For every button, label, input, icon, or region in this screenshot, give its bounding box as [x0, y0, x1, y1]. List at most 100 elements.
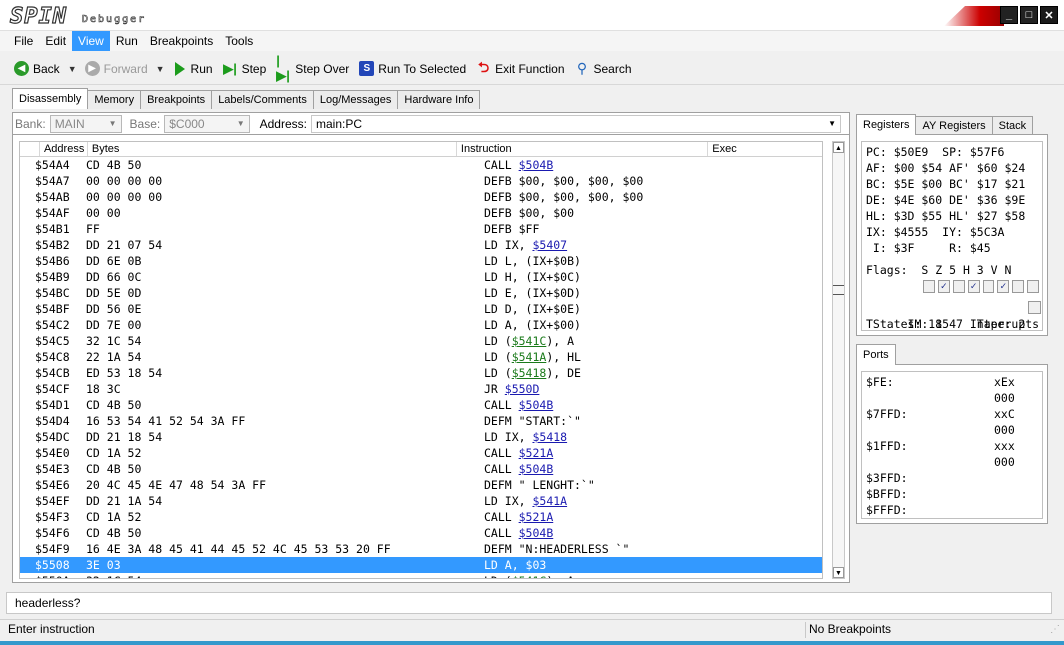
title-decoration	[944, 6, 1004, 26]
table-row[interactable]: $54C8 22 1A 54 LD ($541A), HL	[20, 349, 822, 365]
tab-breakpoints[interactable]: Breakpoints	[140, 90, 213, 109]
search-button[interactable]: ⚲ Search	[575, 60, 632, 76]
back-dropdown-icon[interactable]: ▼	[68, 64, 77, 74]
table-row[interactable]: $54CB ED 53 18 54 LD ($5418), DE	[20, 365, 822, 381]
instruction-operand: ), A	[546, 334, 575, 348]
table-row[interactable]: $54A7 00 00 00 00 DEFB $00, $00, $00, $00	[20, 173, 822, 189]
maximize-icon[interactable]: □	[1020, 6, 1038, 24]
menu-breakpoints[interactable]: Breakpoints	[144, 31, 219, 51]
table-row[interactable]: $54E0 CD 1A 52 CALL $521A	[20, 445, 822, 461]
scroll-thumb[interactable]	[833, 285, 844, 295]
back-button[interactable]: ◀ Back	[14, 61, 60, 76]
menu-run[interactable]: Run	[110, 31, 144, 51]
table-row[interactable]: $54E6 20 4C 45 4E 47 48 54 3A FF DEFM " LE…	[20, 477, 822, 493]
tab-stack[interactable]: Stack	[991, 116, 1034, 135]
col-bytes[interactable]: Bytes	[88, 142, 457, 156]
scroll-up-icon[interactable]: ▲	[833, 142, 844, 153]
step-button[interactable]: ▶| Step	[223, 61, 266, 76]
flag-checkbox[interactable]: ✓	[967, 279, 980, 293]
table-row[interactable]: $54D1 CD 4B 50 CALL $504B	[20, 397, 822, 413]
tab-ports[interactable]: Ports	[856, 344, 896, 365]
run-to-selected-label: Run To Selected	[378, 61, 467, 76]
flag-checkbox[interactable]	[1027, 279, 1039, 293]
table-row[interactable]: $54EF DD 21 1A 54 LD IX, $541A	[20, 493, 822, 509]
tab-labels-comments[interactable]: Labels/Comments	[211, 90, 314, 109]
close-icon[interactable]: ✕	[1040, 6, 1058, 24]
address-link[interactable]: $5418	[532, 430, 567, 444]
vertical-scrollbar[interactable]: ▲ ▼	[832, 141, 845, 579]
command-input[interactable]: headerless?	[6, 592, 1052, 614]
chevron-down-icon: ▼	[108, 119, 117, 128]
toolbar: ◀ Back ▼ ▶ Forward ▼ Run ▶| Step |▶| Ste…	[0, 53, 1064, 85]
menu-file[interactable]: File	[8, 31, 39, 51]
table-row[interactable]: $54B2 DD 21 07 54 LD IX, $5407	[20, 237, 822, 253]
address-link[interactable]: $504B	[519, 398, 554, 412]
step-over-button[interactable]: |▶| Step Over	[276, 53, 349, 83]
table-row[interactable]: $54AF 00 00 DEFB $00, $00	[20, 205, 822, 221]
address-link[interactable]: $5418	[512, 366, 547, 380]
flag-checkbox[interactable]: ✓	[997, 279, 1010, 293]
menu-edit[interactable]: Edit	[39, 31, 72, 51]
flag-checkbox[interactable]: ✓	[937, 279, 950, 293]
disassembly-grid[interactable]: Address Bytes Instruction Exec $54A4 CD 4…	[19, 141, 823, 579]
table-row[interactable]: $54F6 CD 4B 50 CALL $504B	[20, 525, 822, 541]
table-row[interactable]: $54BC DD 5E 0D LD E, (IX+$0D)	[20, 285, 822, 301]
address-input[interactable]: main:PC ▼	[310, 114, 841, 133]
table-row[interactable]: $54B6 DD 6E 0B LD L, (IX+$0B)	[20, 253, 822, 269]
exit-function-button[interactable]: ⮌ Exit Function	[476, 59, 564, 76]
resize-grip-icon[interactable]: ⋰	[1050, 624, 1060, 635]
table-row[interactable]: $5508 3E 03 LD A, $03	[20, 557, 822, 573]
minimize-icon[interactable]: _	[1000, 6, 1018, 24]
table-row[interactable]: $550A 32 1C 54 LD ($541C), A	[20, 573, 822, 578]
address-link[interactable]: $5407	[532, 238, 567, 252]
menu-tools[interactable]: Tools	[219, 31, 259, 51]
address-link[interactable]: $521A	[519, 446, 554, 460]
table-row[interactable]: $54D4 16 53 54 41 52 54 3A FF DEFM "START:…	[20, 413, 822, 429]
flag-checkbox[interactable]	[982, 279, 995, 293]
forward-button[interactable]: ▶ Forward	[84, 61, 148, 76]
tab-hardware-info[interactable]: Hardware Info	[397, 90, 481, 109]
address-link[interactable]: $541A	[512, 350, 547, 364]
col-exec[interactable]: Exec	[708, 142, 822, 156]
menu-view[interactable]: View	[72, 31, 110, 51]
address-link[interactable]: $504B	[519, 526, 554, 540]
table-row[interactable]: $54BF DD 56 0E LD D, (IX+$0E)	[20, 301, 822, 317]
bank-select[interactable]: MAIN ▼	[49, 114, 122, 133]
address-link[interactable]: $521A	[519, 510, 554, 524]
tab-disassembly[interactable]: Disassembly	[12, 88, 89, 109]
col-instruction[interactable]: Instruction	[457, 142, 709, 156]
col-address[interactable]: Address	[40, 142, 88, 156]
run-button[interactable]: Run	[173, 61, 213, 76]
base-select[interactable]: $C000 ▼	[164, 114, 250, 133]
table-row[interactable]: $54A4 CD 4B 50 CALL $504B	[20, 157, 822, 173]
address-link[interactable]: $504B	[519, 158, 554, 172]
tab-registers[interactable]: Registers	[856, 114, 917, 135]
flag-checkbox[interactable]	[952, 279, 965, 293]
address-link[interactable]: $541A	[532, 494, 567, 508]
address-link[interactable]: $541C	[512, 334, 547, 348]
run-to-selected-button[interactable]: S Run To Selected	[359, 61, 466, 76]
table-row[interactable]: $54F3 CD 1A 52 CALL $521A	[20, 509, 822, 525]
flag-checkbox[interactable]	[1012, 279, 1025, 293]
tab-log-messages[interactable]: Log/Messages	[312, 90, 399, 109]
interrupts-checkbox[interactable]	[1028, 301, 1041, 314]
table-row[interactable]: $54C5 32 1C 54 LD ($541C), A	[20, 333, 822, 349]
table-row[interactable]: $54AB 00 00 00 00 DEFB $00, $00, $00, $00	[20, 189, 822, 205]
register-line: PC: $50E9 SP: $57F6	[866, 145, 1005, 159]
flag-checkbox[interactable]	[923, 279, 935, 293]
tab-memory[interactable]: Memory	[87, 90, 142, 109]
menu-bar: File Edit View Run Breakpoints Tools	[0, 31, 1064, 51]
table-row[interactable]: $54F9 16 4E 3A 48 45 41 44 45 52 4C 45 53…	[20, 541, 822, 557]
forward-dropdown-icon[interactable]: ▼	[156, 64, 165, 74]
address-link[interactable]: $541C	[512, 574, 547, 578]
address-link[interactable]: $550D	[505, 382, 540, 396]
tab-ay-registers[interactable]: AY Registers	[915, 116, 993, 135]
table-row[interactable]: $54B1 FF DEFB $FF	[20, 221, 822, 237]
table-row[interactable]: $54C2 DD 7E 00 LD A, (IX+$00)	[20, 317, 822, 333]
scroll-down-icon[interactable]: ▼	[833, 567, 844, 578]
address-link[interactable]: $504B	[519, 462, 554, 476]
table-row[interactable]: $54CF 18 3C JR $550D	[20, 381, 822, 397]
table-row[interactable]: $54DC DD 21 18 54 LD IX, $5418	[20, 429, 822, 445]
table-row[interactable]: $54B9 DD 66 0C LD H, (IX+$0C)	[20, 269, 822, 285]
table-row[interactable]: $54E3 CD 4B 50 CALL $504B	[20, 461, 822, 477]
